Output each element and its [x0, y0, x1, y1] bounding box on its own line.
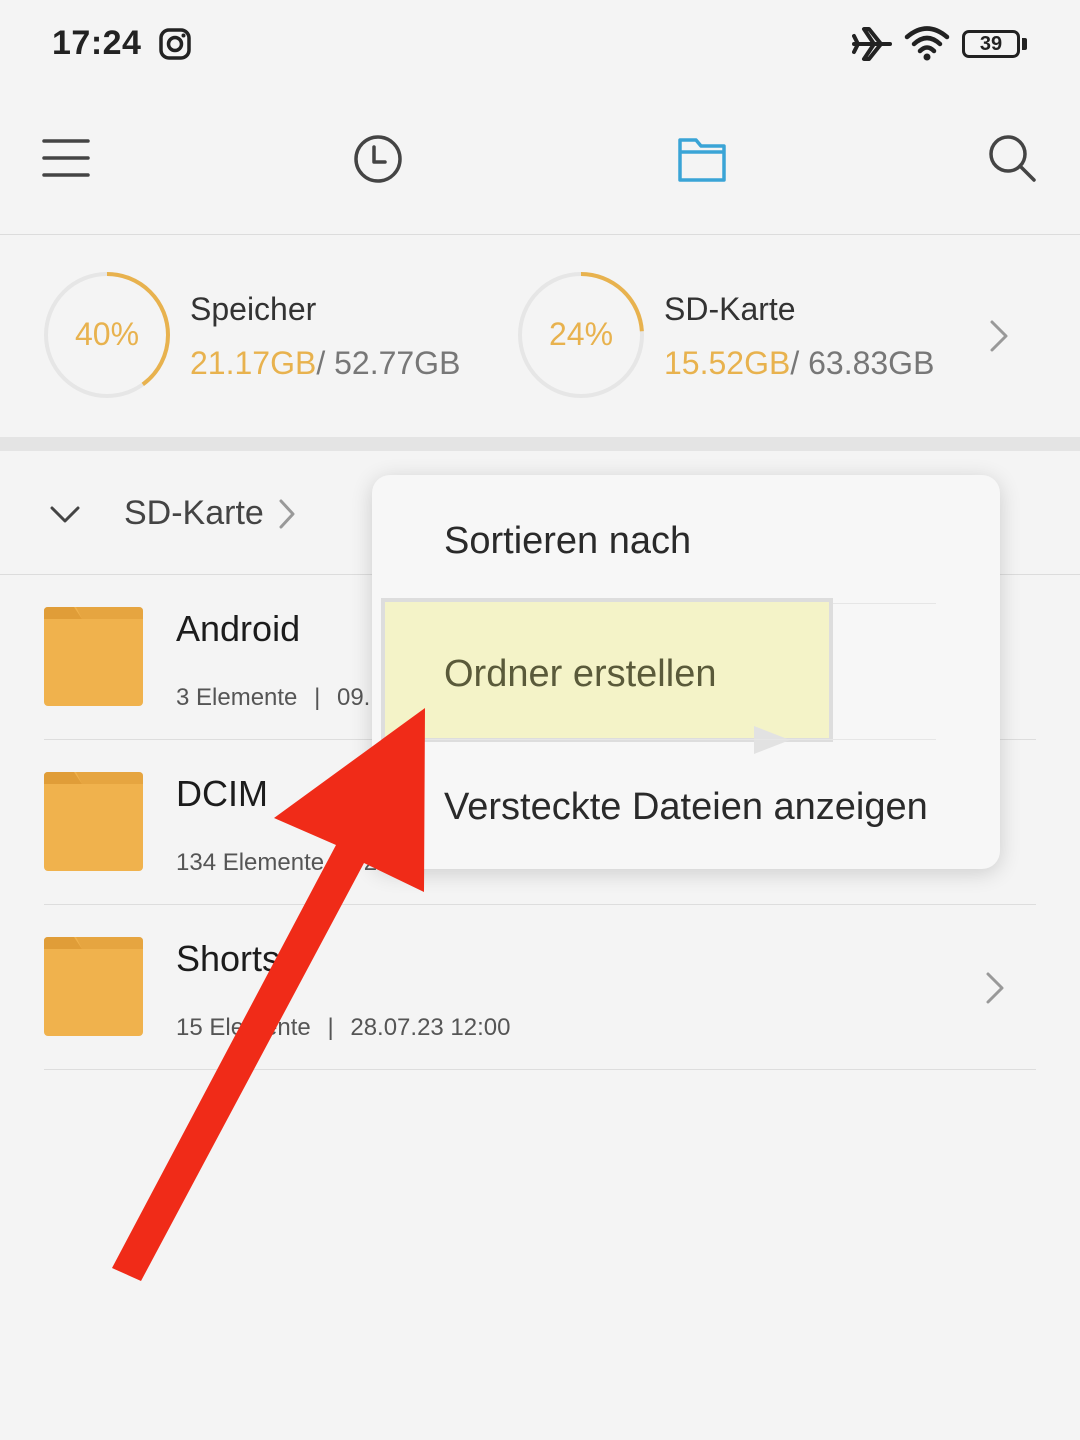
folder-meta: 134 Elemente | 2 [176, 849, 377, 877]
folder-name: Android [176, 608, 301, 649]
storage-usage-sd: 15.52GB/ 63.83GB [664, 345, 934, 382]
breadcrumb-chevron-icon [279, 499, 295, 529]
folder-count: 134 Elemente [176, 849, 325, 876]
storage-used-sd: 15.52GB [664, 345, 791, 381]
row-divider [44, 904, 1036, 905]
storage-usage-internal: 21.17GB/ 52.77GB [190, 345, 460, 382]
battery-tip [1022, 38, 1027, 50]
folder-meta: 3 Elemente | 09. [176, 684, 370, 712]
search-icon[interactable] [986, 132, 1038, 184]
folder-icon [44, 607, 143, 706]
status-time: 17:24 [52, 24, 142, 62]
meta-separator: | [327, 1014, 334, 1041]
storage-percent-internal: 40% [74, 316, 140, 352]
recent-clock-icon[interactable] [352, 133, 404, 185]
instagram-icon [159, 28, 191, 60]
storage-total-internal: / 52.77GB [316, 345, 461, 381]
breadcrumb-label[interactable]: SD-Karte [124, 494, 264, 533]
folder-date: 09. [336, 684, 371, 711]
chevron-right-icon[interactable] [986, 318, 1012, 354]
folder-count: 3 Elemente [176, 684, 298, 711]
section-separator [0, 437, 1080, 451]
chevron-right-icon[interactable] [982, 970, 1008, 1006]
storage-name-sd: SD-Karte [664, 291, 796, 327]
folder-name: DCIM [176, 773, 268, 814]
folder-meta: 15 Elemente | 28.07.23 12:00 [176, 1014, 511, 1042]
folder-icon [44, 937, 143, 1036]
storage-total-sd: / 63.83GB [790, 345, 935, 381]
folder-icon[interactable] [676, 132, 728, 184]
list-item[interactable] [0, 906, 1080, 1069]
airplane-icon [852, 27, 892, 61]
folder-date: 28.07.23 12:00 [350, 1014, 511, 1041]
folder-count: 15 Elemente [176, 1014, 311, 1041]
chevron-down-icon[interactable] [48, 502, 82, 528]
menu-item-sort-label: Sortieren nach [444, 520, 692, 562]
meta-separator: | [340, 849, 348, 876]
meta-separator: | [314, 684, 321, 711]
folder-name: Shorts [176, 938, 281, 979]
storage-used-internal: 21.17GB [190, 345, 317, 381]
toolbar-divider [0, 234, 1080, 235]
menu-icon[interactable] [42, 138, 90, 178]
folder-icon [44, 772, 143, 871]
storage-percent-sd: 24% [548, 316, 614, 352]
row-divider [44, 1069, 1036, 1070]
menu-item-show-hidden-label: Versteckte Dateien anzeigen [444, 786, 928, 828]
battery-level: 39 [979, 33, 1003, 55]
storage-name-internal: Speicher [190, 291, 317, 327]
menu-item-create-folder-label: Ordner erstellen [444, 653, 717, 695]
wifi-icon [904, 26, 950, 61]
